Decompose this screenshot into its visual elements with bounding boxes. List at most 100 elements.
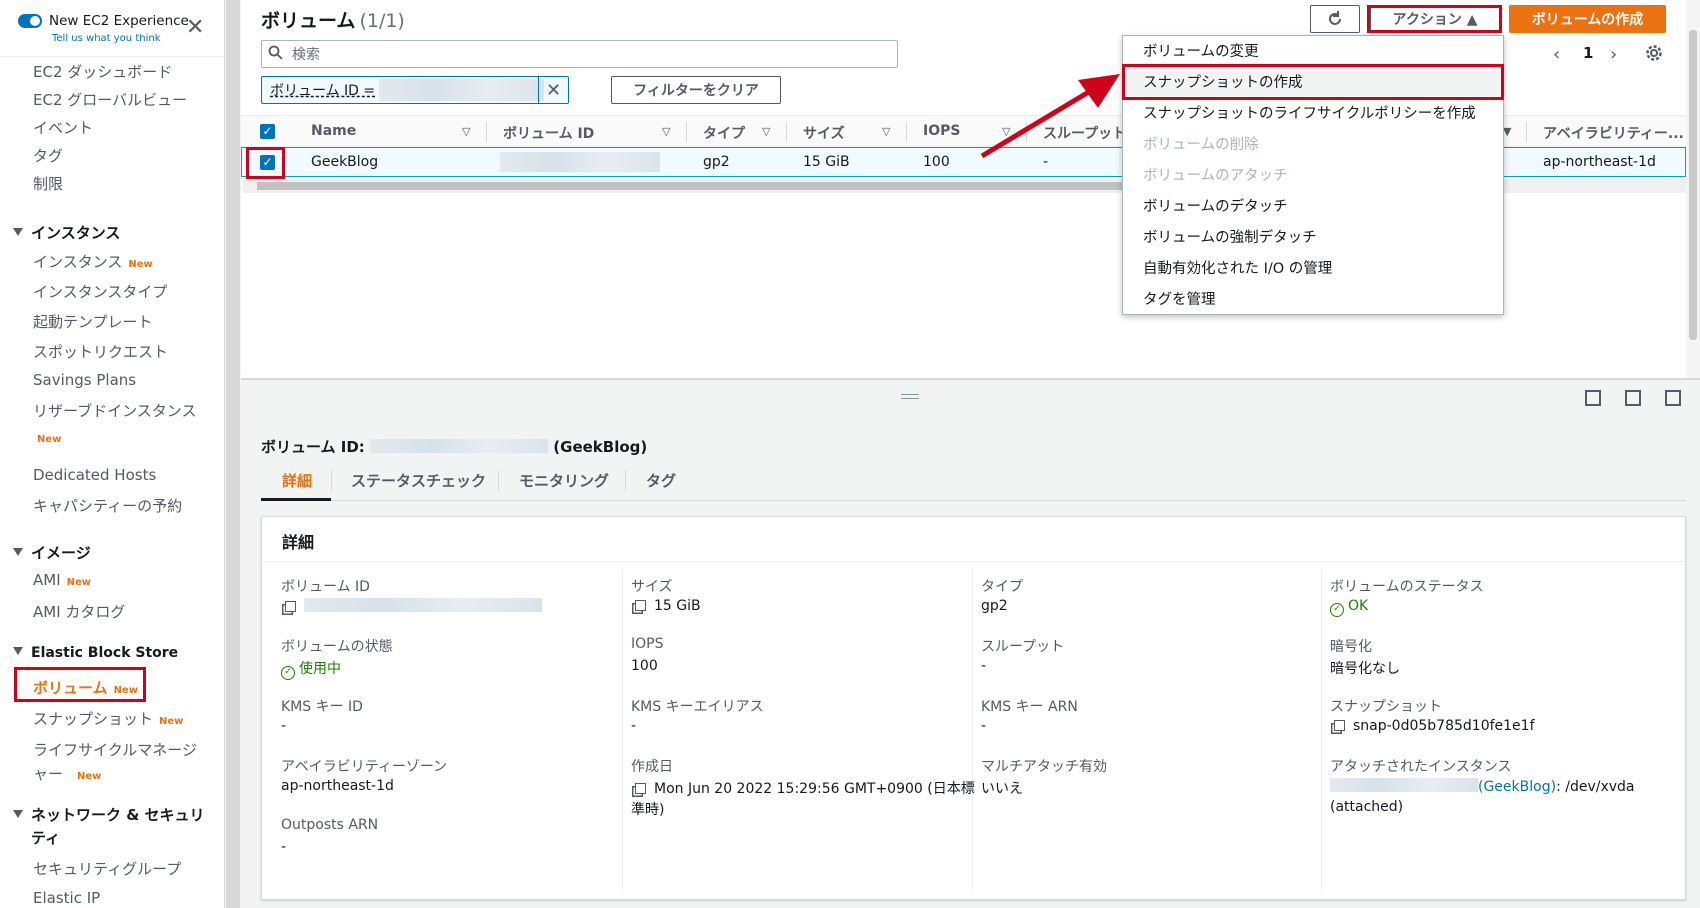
remove-filter-icon[interactable]: ✕ [538, 77, 568, 103]
refresh-button[interactable] [1310, 5, 1360, 33]
vertical-scrollbar[interactable] [1686, 0, 1700, 378]
status-text: OK [1348, 598, 1369, 614]
col-name[interactable]: Name [311, 123, 356, 139]
tab-monitoring[interactable]: モニタリング [519, 470, 609, 491]
tab-tags[interactable]: タグ [646, 470, 676, 491]
sidebar-item-lifecycle-manager-cont[interactable]: ャー New [33, 763, 101, 784]
sidebar-item-instances[interactable]: インスタンス New [33, 251, 153, 272]
sidebar-item-limits[interactable]: 制限 [33, 173, 63, 194]
sidebar-item-events[interactable]: イベント [33, 117, 93, 138]
sidebar-section-instances[interactable]: インスタンス [13, 222, 120, 243]
tab-status-checks[interactable]: ステータスチェック [351, 470, 486, 491]
col-type[interactable]: タイプ [703, 123, 745, 143]
sidebar-section-ebs[interactable]: Elastic Block Store [13, 645, 178, 661]
copy-icon[interactable] [1334, 720, 1345, 731]
sidebar-item-ami[interactable]: AMI New [33, 571, 91, 589]
close-icon[interactable]: ✕ [186, 16, 204, 40]
menu-item-detach-volume[interactable]: ボリュームのデタッチ [1143, 195, 1288, 216]
scroll-thumb[interactable] [1689, 30, 1697, 340]
sidebar-item-tags[interactable]: タグ [33, 145, 63, 166]
copy-icon[interactable] [635, 600, 646, 611]
column-divider [622, 569, 623, 889]
snapshot-text: snap-0d05b785d10fe1e1f [1353, 718, 1535, 734]
filter-token[interactable]: ボリューム ID = ✕ [261, 76, 569, 104]
section-label: インスタンス [31, 224, 121, 242]
split-divider[interactable] [241, 378, 1700, 380]
panel-split-icon[interactable] [1625, 390, 1641, 406]
col-size[interactable]: サイズ [803, 123, 845, 143]
menu-item-manage-tags[interactable]: タグを管理 [1143, 288, 1216, 309]
highlight-box [1122, 64, 1504, 100]
label-kms-alias: KMS キーエイリアス [631, 699, 764, 715]
col-availability-zone[interactable]: アベイラビリティー... [1543, 123, 1684, 143]
settings-gear-icon[interactable] [1645, 44, 1663, 66]
create-volume-button[interactable]: ボリュームの作成 [1509, 5, 1666, 33]
size-text: 15 GiB [654, 598, 701, 614]
panel-full-icon[interactable] [1665, 390, 1681, 406]
col-iops[interactable]: IOPS [923, 123, 960, 139]
copy-icon[interactable] [635, 783, 646, 794]
sidebar-item-snapshots[interactable]: スナップショット New [33, 708, 183, 729]
value-attached-instances: (GeekBlog): /dev/xvda [1330, 778, 1634, 795]
scroll-thumb[interactable] [257, 182, 1251, 190]
sort-icon[interactable]: ▽ [662, 125, 670, 138]
clear-filter-button[interactable]: フィルターをクリア [611, 76, 781, 104]
state-text: 使用中 [299, 661, 341, 677]
value-snapshot: snap-0d05b785d10fe1e1f [1334, 718, 1535, 734]
sidebar-item-instance-types[interactable]: インスタンスタイプ [33, 281, 167, 302]
sort-icon[interactable]: ▽ [762, 125, 770, 138]
sort-icon[interactable]: ▼ [1503, 125, 1511, 138]
column-divider [1526, 122, 1527, 142]
value-multi-attach: いいえ [981, 781, 1023, 797]
next-page-icon[interactable]: › [1610, 44, 1617, 65]
sidebar-section-images[interactable]: イメージ [13, 542, 91, 563]
sidebar-item-lifecycle-manager[interactable]: ライフサイクルマネージ [33, 739, 197, 760]
sidebar-item-dedicated-hosts[interactable]: Dedicated Hosts [33, 466, 156, 484]
label-outposts-arn: Outposts ARN [281, 817, 379, 833]
sidebar-item-launch-templates[interactable]: 起動テンプレート [33, 311, 153, 332]
sort-icon[interactable]: ▽ [882, 125, 890, 138]
sidebar-item-global-view[interactable]: EC2 グローバルビュー [33, 89, 187, 110]
prev-page-icon[interactable]: ‹ [1553, 44, 1560, 65]
select-all-checkbox[interactable]: ✓ [260, 124, 275, 139]
redacted-instance-id [1330, 778, 1478, 792]
menu-item-force-detach[interactable]: ボリュームの強制デタッチ [1143, 226, 1317, 247]
value-attached-state: (attached) [1330, 799, 1404, 815]
feedback-link[interactable]: Tell us what you think [52, 33, 161, 44]
tab-details[interactable]: 詳細 [282, 470, 312, 491]
detail-title: ボリューム ID: (GeekBlog) [261, 436, 647, 457]
label-kms-arn: KMS キー ARN [981, 699, 1078, 715]
sort-icon[interactable]: ▽ [462, 125, 470, 138]
panel-bottom-icon[interactable] [1585, 390, 1601, 406]
search-input[interactable]: 検索 [261, 40, 898, 68]
value-availability-zone: ap-northeast-1d [281, 778, 394, 794]
value-kms-alias: - [631, 718, 637, 734]
sidebar-item-ami-catalog[interactable]: AMI カタログ [33, 601, 125, 622]
new-experience-toggle[interactable] [18, 14, 42, 28]
sidebar-item-spot-requests[interactable]: スポットリクエスト [33, 341, 168, 362]
copy-icon[interactable] [285, 601, 296, 612]
highlight-box [1367, 5, 1502, 33]
label-availability-zone: アベイラビリティーゾーン [281, 759, 448, 775]
page-number[interactable]: 1 [1583, 44, 1593, 62]
menu-item-create-lifecycle-policy[interactable]: スナップショットのライフサイクルポリシーを作成 [1143, 102, 1476, 123]
resize-handle-icon[interactable] [901, 394, 919, 399]
sidebar-item-dashboard[interactable]: EC2 ダッシュボード [33, 61, 172, 82]
sidebar-item-security-groups[interactable]: セキュリティグループ [33, 858, 181, 879]
menu-item-modify-volume[interactable]: ボリュームの変更 [1143, 40, 1259, 61]
value-volume-state: ✓ 使用中 [281, 658, 341, 680]
instance-link[interactable]: (GeekBlog) [1478, 779, 1556, 795]
sidebar-item-capacity-reservations[interactable]: キャパシティーの予約 [33, 495, 182, 516]
sidebar-section-network[interactable]: ネットワーク & セキュリ [13, 804, 205, 825]
page-title: ボリューム (1/1) [261, 6, 405, 33]
sidebar-item-savings-plans[interactable]: Savings Plans [33, 371, 136, 389]
sidebar-item-reserved-instances[interactable]: リザーブドインスタンス [33, 400, 197, 421]
redacted-volume-id [370, 439, 549, 453]
sidebar-item-elastic-ip[interactable]: Elastic IP [33, 889, 100, 907]
value-outposts-arn: - [281, 839, 287, 855]
sidebar-scrollbar[interactable] [226, 0, 240, 908]
col-volume-id[interactable]: ボリューム ID [503, 123, 594, 143]
sidebar-section-network-cont[interactable]: ティ [31, 827, 60, 848]
detail-title-prefix: ボリューム ID: [261, 438, 365, 456]
menu-item-manage-auto-io[interactable]: 自動有効化された I/O の管理 [1143, 257, 1332, 278]
